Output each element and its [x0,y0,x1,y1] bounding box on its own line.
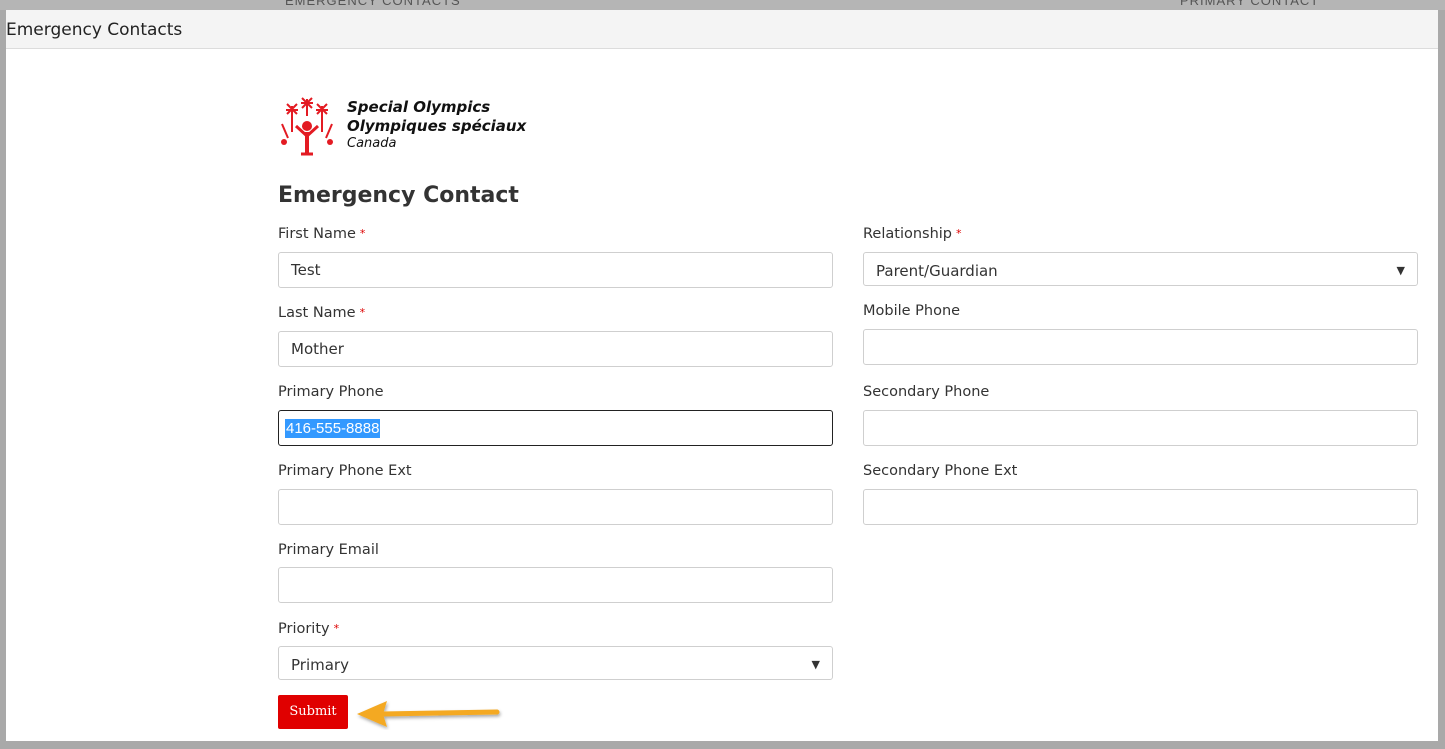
triangle-down-icon: ▼ [1396,264,1405,277]
primary-phone-ext-input[interactable] [278,489,833,525]
relationship-select[interactable]: Parent/Guardian ▼ [863,252,1418,286]
secondary-phone-ext-label: Secondary Phone Ext [863,463,1018,479]
relationship-label: Relationship * [863,226,962,242]
last-name-label: Last Name * [278,305,366,321]
primary-phone-label: Primary Phone [278,384,384,400]
required-marker: * [956,227,962,240]
secondary-phone-ext-input[interactable] [863,489,1418,525]
required-marker: * [359,306,366,319]
logo-text-french: Olympiques spéciaux [347,117,527,135]
special-olympics-logo-icon [281,97,333,156]
primary-email-input[interactable] [278,567,833,603]
last-name-input[interactable]: Mother [278,331,833,367]
mobile-phone-input[interactable] [863,329,1418,365]
logo-text-country: Canada [347,136,397,151]
arrow-left-icon [357,701,500,727]
required-marker: * [333,622,340,635]
mobile-phone-label: Mobile Phone [863,303,961,319]
form-title: Emergency Contact [278,183,519,208]
secondary-phone-label: Secondary Phone [863,384,990,400]
primary-phone-selected-text: 416-555-8888 [285,419,381,438]
priority-label: Priority * [278,621,340,637]
primary-email-label: Primary Email [278,542,379,558]
logo-text-english: Special Olympics [347,98,491,116]
primary-phone-input[interactable]: 416-555-8888 [278,410,833,446]
dialog-title: Emergency Contacts [6,20,183,40]
triangle-down-icon: ▼ [811,658,820,671]
secondary-phone-input[interactable] [863,410,1418,446]
priority-select[interactable]: Primary ▼ [278,646,833,680]
first-name-label: First Name * [278,226,366,242]
background-text-right: PRIMARY CONTACT [1180,0,1320,8]
submit-button[interactable]: Submit [278,695,348,729]
background-page-strip: EMERGENCY CONTACTS PRIMARY CONTACT [0,0,1445,10]
special-olympics-logo: Special Olympics Olympiques spéciaux Can… [278,96,578,158]
primary-phone-ext-label: Primary Phone Ext [278,463,412,479]
required-marker: * [359,227,366,240]
dialog-title-bar: Emergency Contacts [6,10,1438,49]
background-text-left: EMERGENCY CONTACTS [285,0,461,8]
first-name-input[interactable]: Test [278,252,833,288]
emergency-contacts-dialog: Emergency Contacts Special Olympics Olym… [6,10,1438,741]
